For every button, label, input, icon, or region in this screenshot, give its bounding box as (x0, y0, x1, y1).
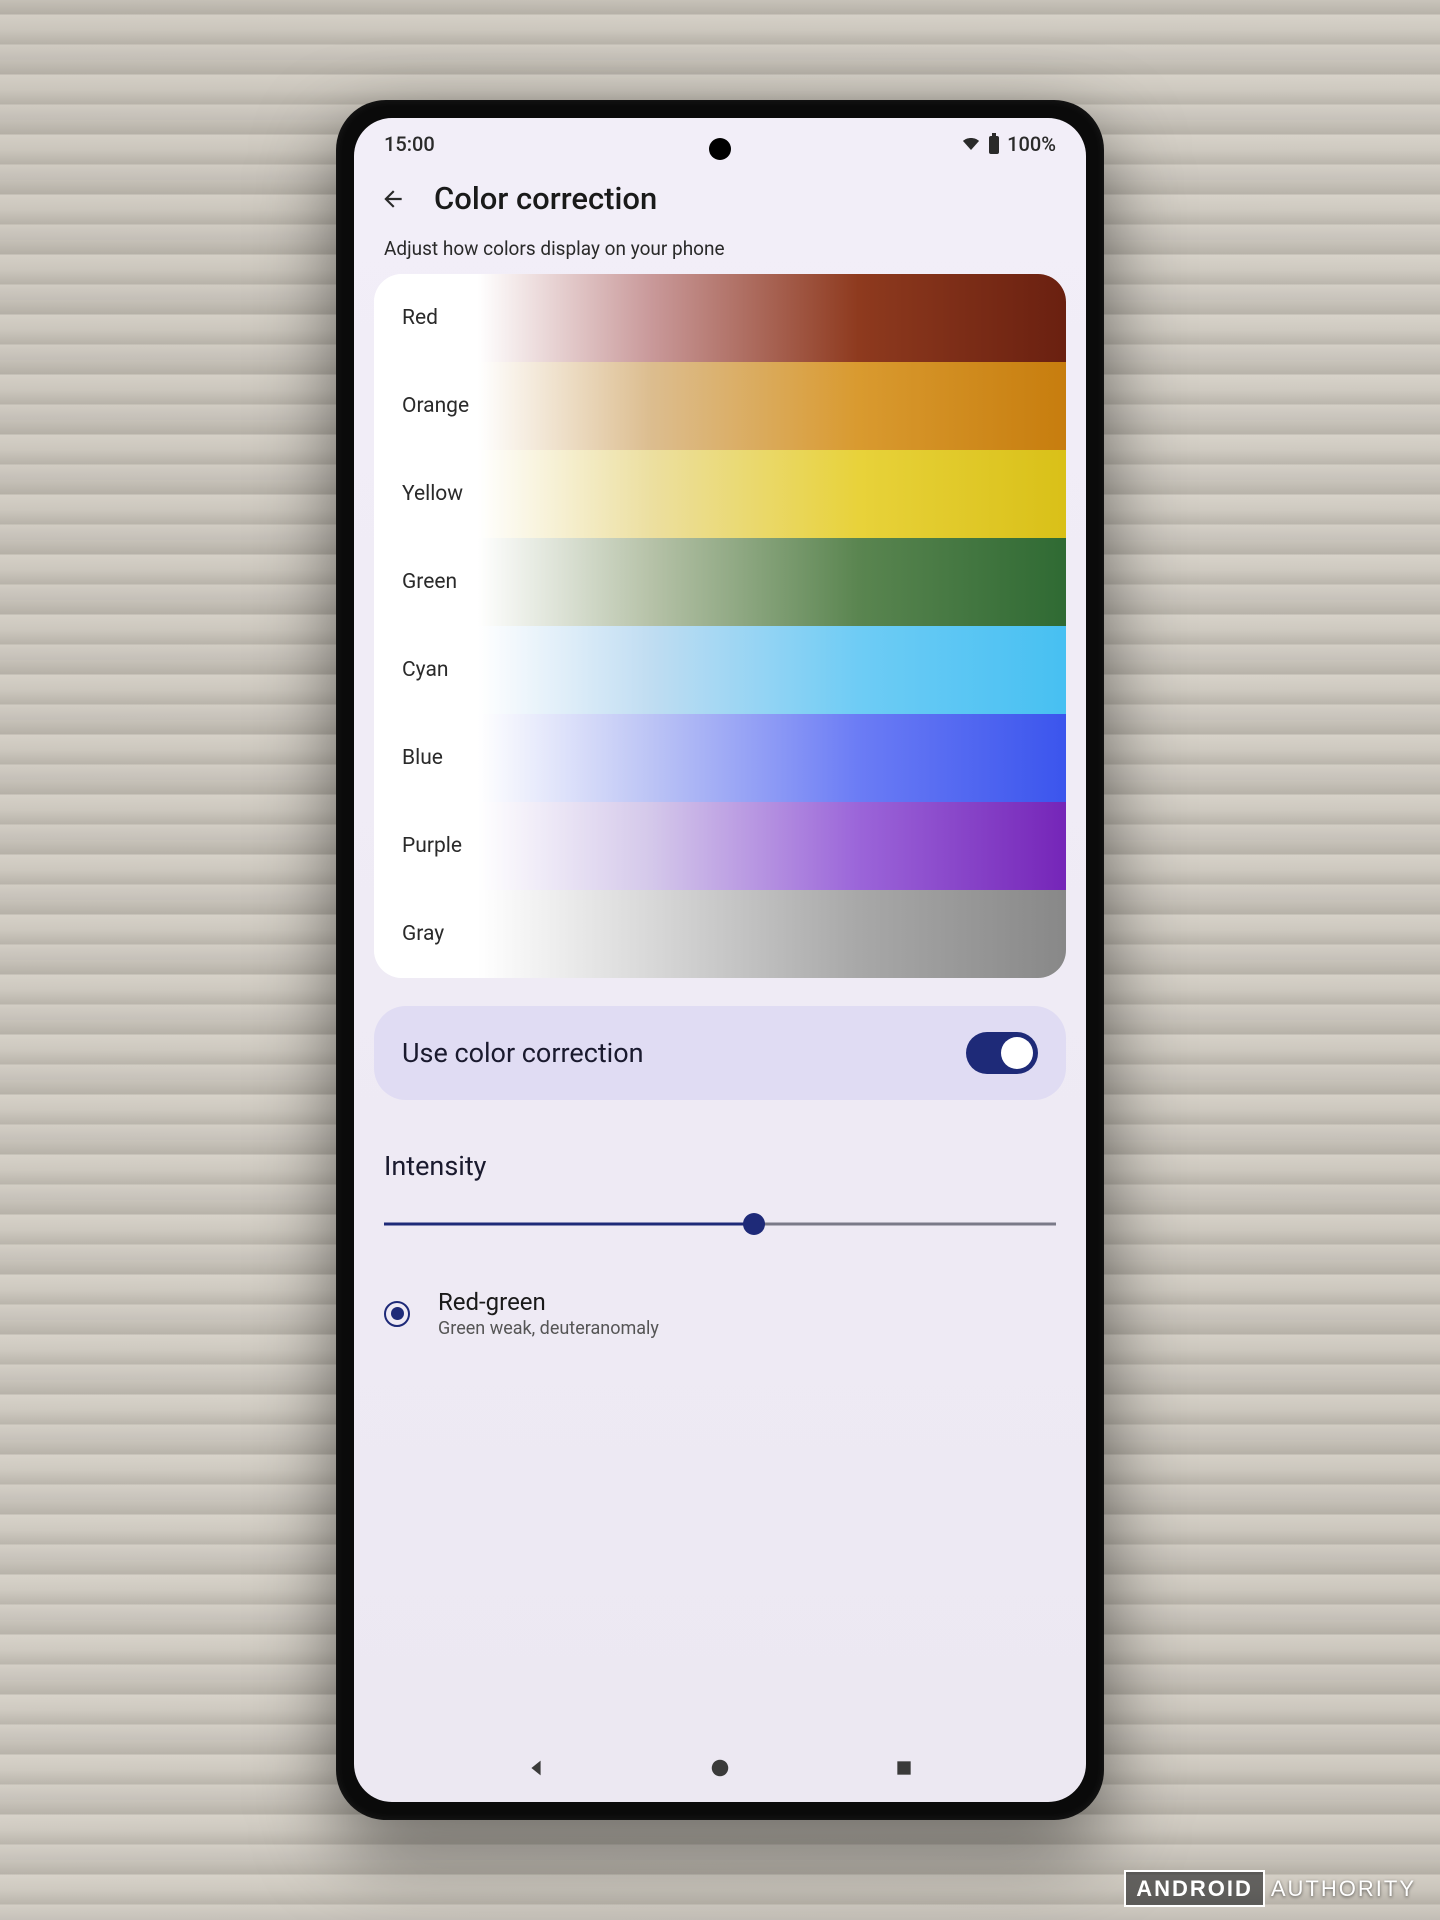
slider-thumb[interactable] (743, 1213, 765, 1235)
toggle-label: Use color correction (402, 1037, 644, 1069)
back-button[interactable] (378, 184, 408, 214)
radio-dot (391, 1307, 404, 1320)
color-row-green: Green (374, 538, 1066, 626)
color-row-blue: Blue (374, 714, 1066, 802)
navigation-bar (354, 1738, 1086, 1802)
color-row-gray: Gray (374, 890, 1066, 978)
battery-icon (987, 133, 1001, 155)
color-row-red: Red (374, 274, 1066, 362)
watermark: ANDROIDAUTHORITY (1124, 1876, 1422, 1902)
color-label: Red (402, 306, 438, 330)
nav-recents-button[interactable] (884, 1748, 924, 1788)
intensity-section: Intensity (374, 1150, 1066, 1238)
use-color-correction-row[interactable]: Use color correction (374, 1006, 1066, 1100)
radio-button-icon (384, 1301, 410, 1327)
color-row-cyan: Cyan (374, 626, 1066, 714)
intensity-label: Intensity (384, 1150, 1056, 1182)
color-label: Purple (402, 834, 462, 858)
page-subtitle: Adjust how colors display on your phone (354, 229, 1086, 274)
color-label: Blue (402, 746, 443, 770)
nav-back-button[interactable] (516, 1748, 556, 1788)
battery-text: 100% (1007, 132, 1056, 156)
radio-texts: Red-green Green weak, deuteranomaly (438, 1288, 659, 1339)
toggle-thumb (1001, 1037, 1033, 1069)
page-title: Color correction (434, 180, 657, 217)
camera-punch-hole (709, 138, 731, 160)
color-label: Cyan (402, 658, 448, 682)
color-label: Green (402, 570, 457, 594)
content-scroll[interactable]: Red Orange Yellow Green Cyan Blue Purple… (354, 274, 1086, 1738)
nav-home-button[interactable] (700, 1748, 740, 1788)
radio-title: Red-green (438, 1288, 659, 1316)
color-label: Yellow (402, 482, 463, 506)
color-label: Gray (402, 922, 444, 946)
watermark-brand: ANDROID (1124, 1870, 1265, 1907)
radio-subtitle: Green weak, deuteranomaly (438, 1318, 659, 1339)
slider-fill (384, 1223, 754, 1226)
correction-mode-option[interactable]: Red-green Green weak, deuteranomaly (374, 1238, 1066, 1349)
status-right: 100% (961, 132, 1056, 156)
status-time: 15:00 (384, 132, 435, 156)
color-row-orange: Orange (374, 362, 1066, 450)
color-preview-card: Red Orange Yellow Green Cyan Blue Purple… (374, 274, 1066, 978)
intensity-slider[interactable] (384, 1210, 1056, 1238)
header: Color correction (354, 164, 1086, 229)
wifi-icon (961, 136, 981, 152)
color-row-purple: Purple (374, 802, 1066, 890)
phone-screen: 15:00 100% Color correction Adjust how c… (354, 118, 1086, 1802)
phone-frame: 15:00 100% Color correction Adjust how c… (336, 100, 1104, 1820)
watermark-sub: AUTHORITY (1265, 1872, 1422, 1905)
color-row-yellow: Yellow (374, 450, 1066, 538)
color-label: Orange (402, 394, 469, 418)
color-correction-toggle[interactable] (966, 1032, 1038, 1074)
